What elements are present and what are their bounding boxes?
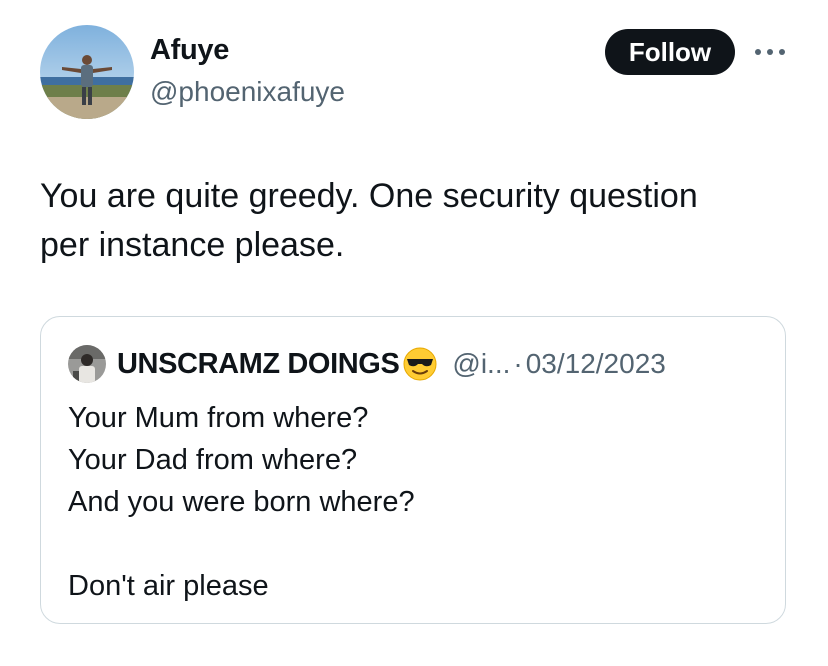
quoted-tweet-text: Your Mum from where? Your Dad from where… <box>68 402 415 602</box>
avatar-photo <box>40 25 134 119</box>
follow-button[interactable]: Follow <box>605 29 735 75</box>
author-display-name[interactable]: Afuye <box>150 34 229 67</box>
quoted-tweet-header: UNSCRAMZ DOINGS @i... · 03/12/2023 <box>117 343 666 385</box>
sunglasses-emoji-icon <box>402 346 438 382</box>
quoted-tweet-card[interactable]: UNSCRAMZ DOINGS @i... · 03/12/2023 Your … <box>40 316 786 624</box>
quoted-author-name[interactable]: UNSCRAMZ DOINGS <box>117 348 400 381</box>
author-handle[interactable]: @phoenixafuye <box>150 76 345 108</box>
more-options-button[interactable] <box>752 38 788 66</box>
more-horizontal-icon <box>755 49 785 55</box>
separator-dot: · <box>513 348 523 379</box>
quoted-author-handle[interactable]: @i... <box>452 348 510 380</box>
avatar-photo <box>68 345 106 383</box>
author-avatar[interactable] <box>40 25 134 119</box>
quoted-author-avatar[interactable] <box>68 345 106 383</box>
tweet-text: You are quite greedy. One security quest… <box>40 177 698 264</box>
quoted-tweet-date[interactable]: 03/12/2023 <box>526 348 666 380</box>
